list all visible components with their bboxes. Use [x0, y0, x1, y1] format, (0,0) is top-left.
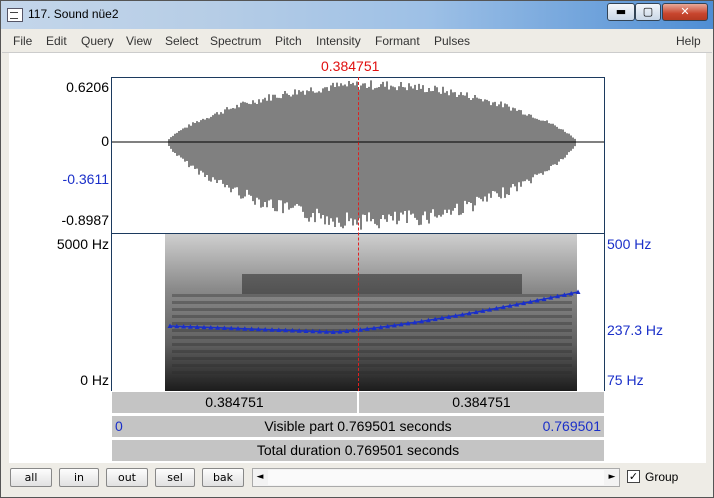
menu-help[interactable]: Help [676, 34, 701, 48]
pitch-bottom-label: 75 Hz [607, 372, 644, 388]
bottom-toolbar: all in out sel bak ◄ ► [2, 463, 712, 497]
zoom-out-button[interactable]: out [106, 468, 148, 487]
total-duration-label: Total duration 0.769501 seconds [256, 442, 460, 458]
pitch-mid-label: 237.3 Hz [607, 322, 664, 338]
menu-formant[interactable]: Formant [375, 34, 420, 48]
zoom-selection-button[interactable]: sel [155, 468, 195, 487]
minimize-button[interactable]: ▬ [607, 3, 635, 21]
waveform-y-max: 0.6206 [66, 79, 109, 95]
scroll-right-arrow-icon[interactable]: ► [605, 469, 619, 486]
waveform-y-zero: 0 [101, 133, 109, 149]
time-scrollbar[interactable]: ◄ ► [252, 468, 620, 487]
group-checkbox[interactable]: ✓ [627, 470, 640, 483]
time-segment-left-label: 0.384751 [205, 394, 264, 410]
menu-pitch[interactable]: Pitch [275, 34, 302, 48]
total-duration-bar[interactable]: Total duration 0.769501 seconds [111, 439, 605, 462]
praat-sound-window: 117. Sound nüe2 ▬ ▢ ✕ File Edit Query Vi… [0, 0, 714, 498]
group-label: Group [645, 470, 679, 484]
scroll-thumb[interactable] [268, 470, 604, 485]
menu-bar: File Edit Query View Select Spectrum Pit… [2, 30, 712, 53]
menu-spectrum[interactable]: Spectrum [210, 34, 261, 48]
waveform-y-local: -0.3611 [62, 171, 109, 187]
close-button[interactable]: ✕ [662, 3, 708, 21]
spectrogram-freq-top: 5000 Hz [56, 236, 109, 252]
cursor-time-label: 0.384751 [321, 58, 380, 74]
maximize-button[interactable]: ▢ [635, 3, 661, 21]
visible-part-label: Visible part 0.769501 seconds [264, 418, 452, 434]
waveform-y-min: -0.8987 [61, 212, 109, 228]
time-segment-right[interactable]: 0.384751 [358, 391, 605, 414]
menu-edit[interactable]: Edit [46, 34, 67, 48]
spectrogram-freq-bottom: 0 Hz [80, 372, 109, 388]
window-title: 117. Sound nüe2 [28, 7, 119, 21]
zoom-all-button[interactable]: all [10, 468, 52, 487]
zoom-in-button[interactable]: in [59, 468, 99, 487]
menu-pulses[interactable]: Pulses [434, 34, 470, 48]
menu-select[interactable]: Select [165, 34, 198, 48]
pitch-top-label: 500 Hz [607, 236, 652, 252]
time-segment-right-label: 0.384751 [452, 394, 511, 410]
scroll-left-arrow-icon[interactable]: ◄ [253, 469, 267, 486]
spectrogram-image [165, 234, 577, 391]
menu-file[interactable]: File [13, 34, 32, 48]
cursor-line [358, 77, 359, 391]
menu-view[interactable]: View [126, 34, 152, 48]
time-segment-left[interactable]: 0.384751 [111, 391, 358, 414]
title-bar[interactable]: 117. Sound nüe2 ▬ ▢ ✕ [1, 1, 713, 29]
menu-query[interactable]: Query [81, 34, 114, 48]
window-icon [7, 8, 23, 22]
visible-end-label: 0.769501 [542, 418, 601, 434]
menu-intensity[interactable]: Intensity [316, 34, 361, 48]
visible-part-bar[interactable]: 0 Visible part 0.769501 seconds 0.769501 [111, 415, 605, 438]
zoom-back-button[interactable]: bak [202, 468, 244, 487]
